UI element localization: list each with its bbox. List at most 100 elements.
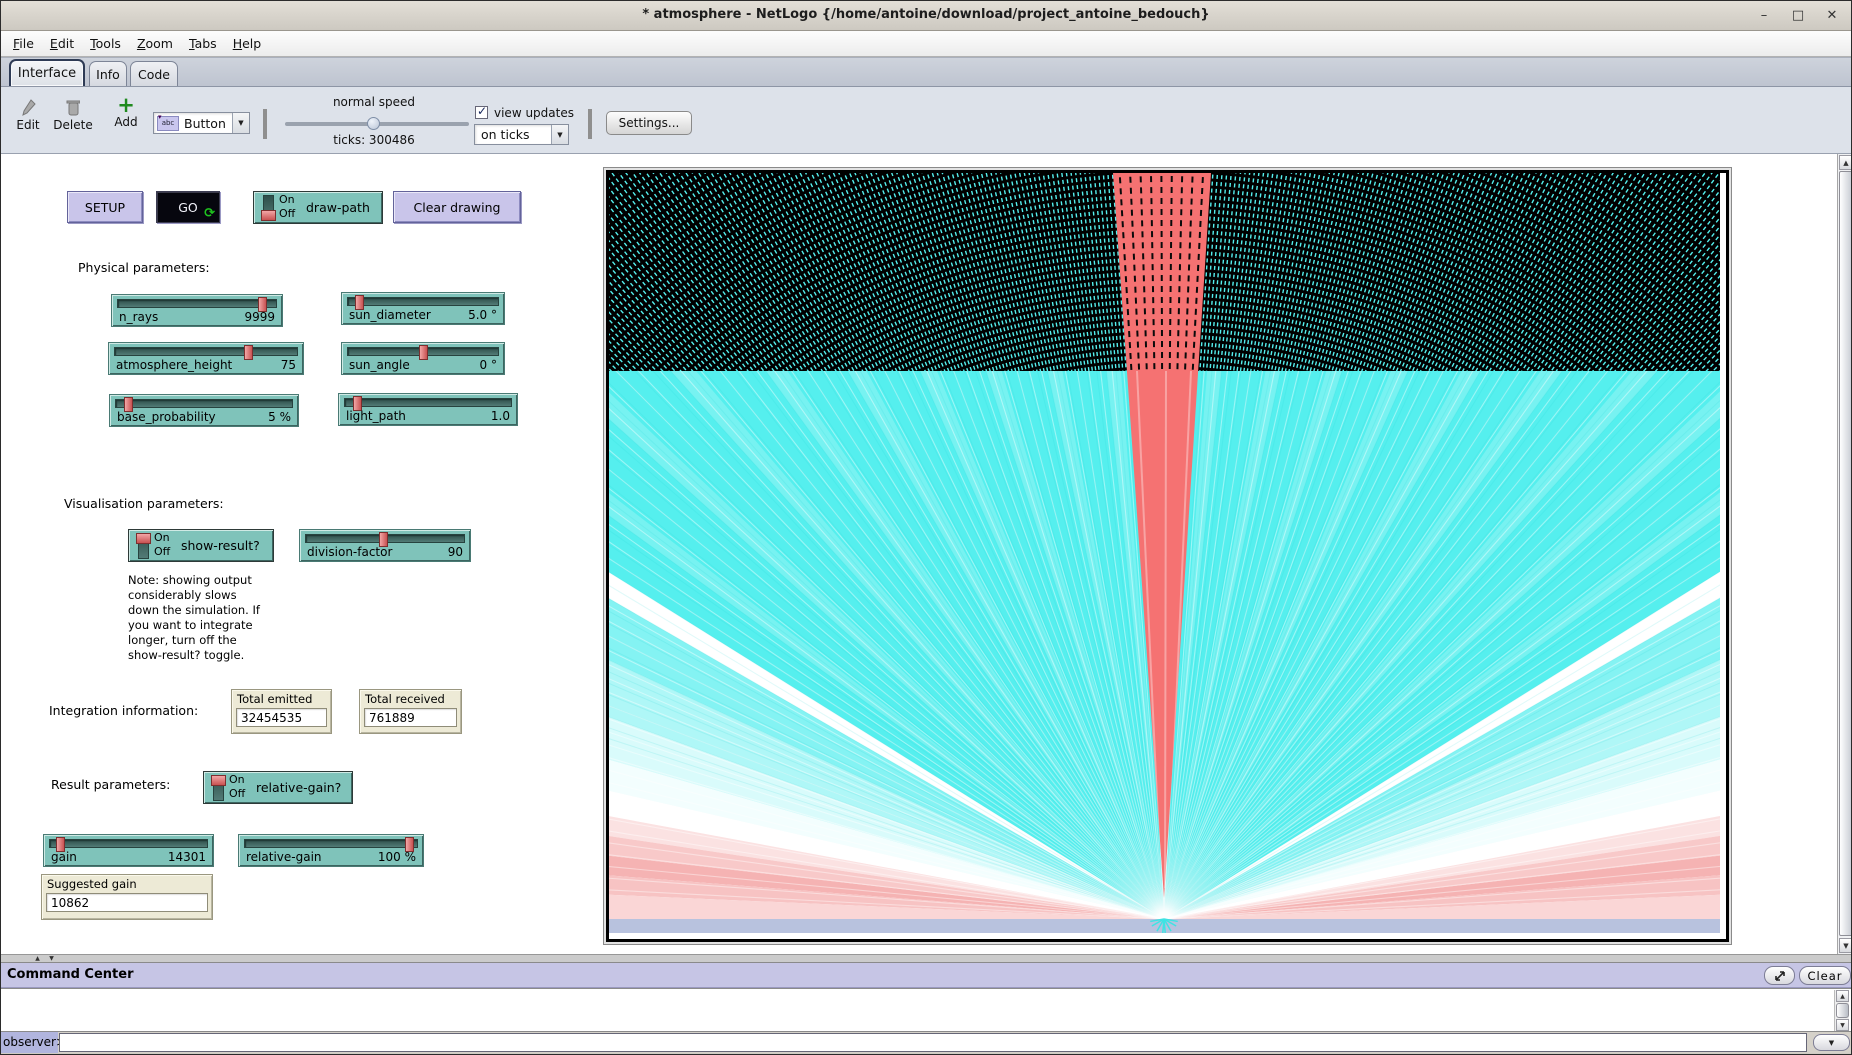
toolbar-separator [263,109,267,139]
command-input[interactable] [59,1033,1807,1052]
edit-widget-button[interactable]: Edit [9,99,47,132]
history-dropdown-button[interactable]: ▼ [1813,1034,1850,1051]
menu-tabs[interactable]: Tabs [181,36,225,51]
speed-label: normal speed [301,95,447,109]
window-title: * atmosphere - NetLogo {/home/antoine/do… [1,7,1851,22]
minimize-button[interactable]: – [1751,6,1777,26]
sun-angle-slider[interactable]: sun_angle 0 ° [341,342,505,375]
command-center-output[interactable]: ▲ ▼ [1,988,1851,1032]
widget-button-icon: abc [157,116,179,131]
switch-knob[interactable] [261,210,276,221]
show-result-switch[interactable]: OnOff show-result? [128,529,274,562]
interface-canvas: SETUP GO OnOff draw-path Clear drawing P… [1,154,1852,954]
relative-gain-label: relative-gain? [256,772,341,803]
slider-handle[interactable] [419,345,428,360]
base-probability-slider[interactable]: base_probability 5 % [109,394,299,427]
switch-knob[interactable] [136,533,151,544]
delete-widget-button[interactable]: Delete [49,99,97,132]
forever-icon [204,206,215,221]
total-received-value: 761889 [364,708,457,727]
expand-button[interactable] [1764,966,1795,985]
result-parameters-label: Result parameters: [51,777,170,792]
world-view-canvas [609,173,1720,933]
world-view[interactable] [606,170,1729,942]
relative-gain-switch[interactable]: OnOff relative-gain? [203,771,353,804]
splitter-up-icon[interactable]: ▲ [31,955,44,963]
menu-tools[interactable]: Tools [82,36,129,51]
delete-label: Delete [53,118,92,132]
n-rays-slider[interactable]: n_rays 9999 [111,294,283,327]
menu-zoom[interactable]: Zoom [129,36,181,51]
physical-parameters-label: Physical parameters: [78,260,210,275]
speed-slider-thumb[interactable] [367,117,380,130]
division-factor-slider[interactable]: division-factor 90 [299,529,471,562]
command-center-input-row: observer> ▼ [1,1032,1851,1053]
sun-diameter-slider[interactable]: sun_diameter 5.0 ° [341,292,505,325]
title-bar: * atmosphere - NetLogo {/home/antoine/do… [1,1,1851,31]
scroll-up-icon[interactable]: ▲ [1836,990,1849,1002]
tab-row: Interface Info Code [1,57,1851,87]
command-center-header: Command Center Clear [1,963,1851,988]
chevron-down-icon [551,125,568,144]
output-scrollbar[interactable]: ▲ ▼ [1834,990,1849,1031]
netlogo-window: * atmosphere - NetLogo {/home/antoine/do… [0,0,1852,1055]
scroll-down-icon[interactable]: ▼ [1839,938,1852,953]
observer-prompt[interactable]: observer> [1,1032,58,1053]
interface-toolbar: Edit Delete + Add abc Button normal spee… [1,87,1851,154]
scrollbar-thumb[interactable] [1836,1003,1849,1018]
settings-button[interactable]: Settings... [606,111,692,135]
command-center-splitter[interactable]: ▲ ▼ [1,954,1851,963]
show-result-label: show-result? [181,530,260,561]
clear-button[interactable]: Clear [1799,966,1851,985]
setup-label: SETUP [85,200,125,215]
scroll-up-icon[interactable]: ▲ [1839,155,1852,170]
plus-icon: + [117,97,135,113]
diagonal-arrows-icon [1774,970,1786,982]
menu-bar: File Edit Tools Zoom Tabs Help [1,31,1851,57]
widget-type-dropdown[interactable]: abc Button [153,112,250,134]
clear-drawing-button[interactable]: Clear drawing [393,191,521,223]
tab-interface[interactable]: Interface [9,59,85,86]
view-updates-checkbox[interactable] [475,106,488,119]
toolbar-separator [588,109,592,139]
suggested-gain-value: 10862 [46,893,208,912]
draw-path-label: draw-path [306,192,370,223]
edit-label: Edit [16,118,39,132]
integration-information-label: Integration information: [49,703,198,718]
main-vertical-scrollbar[interactable]: ▲ ▼ [1837,154,1852,954]
switch-onoff-labels: OnOff [229,773,245,801]
tab-code[interactable]: Code [130,61,178,86]
scrollbar-thumb[interactable] [1839,171,1852,936]
scroll-down-icon[interactable]: ▼ [1836,1019,1849,1031]
splitter-down-icon[interactable]: ▼ [45,955,58,963]
slider-handle[interactable] [244,345,253,360]
add-widget-button[interactable]: + Add [106,97,146,129]
atmosphere-height-slider[interactable]: atmosphere_height 75 [108,342,304,375]
light-path-slider[interactable]: light_path 1.0 [338,393,518,426]
trash-icon [66,99,80,116]
pencil-icon [21,99,36,116]
gain-slider[interactable]: gain 14301 [43,834,214,867]
suggested-gain-monitor: Suggested gain 10862 [41,874,213,920]
update-mode-dropdown[interactable]: on ticks [474,124,569,145]
relative-gain-slider[interactable]: relative-gain 100 % [238,834,424,867]
update-mode-value: on ticks [481,127,530,142]
command-center-title: Command Center [7,967,133,982]
add-label: Add [114,115,137,129]
draw-path-switch[interactable]: OnOff draw-path [253,191,383,224]
menu-file[interactable]: File [5,36,42,51]
go-button[interactable]: GO [156,191,220,223]
visualisation-parameters-label: Visualisation parameters: [64,496,224,511]
menu-help[interactable]: Help [225,36,270,51]
tab-info[interactable]: Info [89,61,127,86]
clear-drawing-label: Clear drawing [414,200,501,215]
maximize-button[interactable]: □ [1785,6,1811,26]
note-text: Note: showing outputconsiderably slows d… [128,573,260,663]
chevron-down-icon [232,113,249,133]
switch-knob[interactable] [211,775,226,786]
menu-edit[interactable]: Edit [42,36,82,51]
setup-button[interactable]: SETUP [67,191,143,223]
close-button[interactable]: ✕ [1819,6,1845,26]
total-emitted-value: 32454535 [236,708,327,727]
go-label: GO [178,200,198,215]
